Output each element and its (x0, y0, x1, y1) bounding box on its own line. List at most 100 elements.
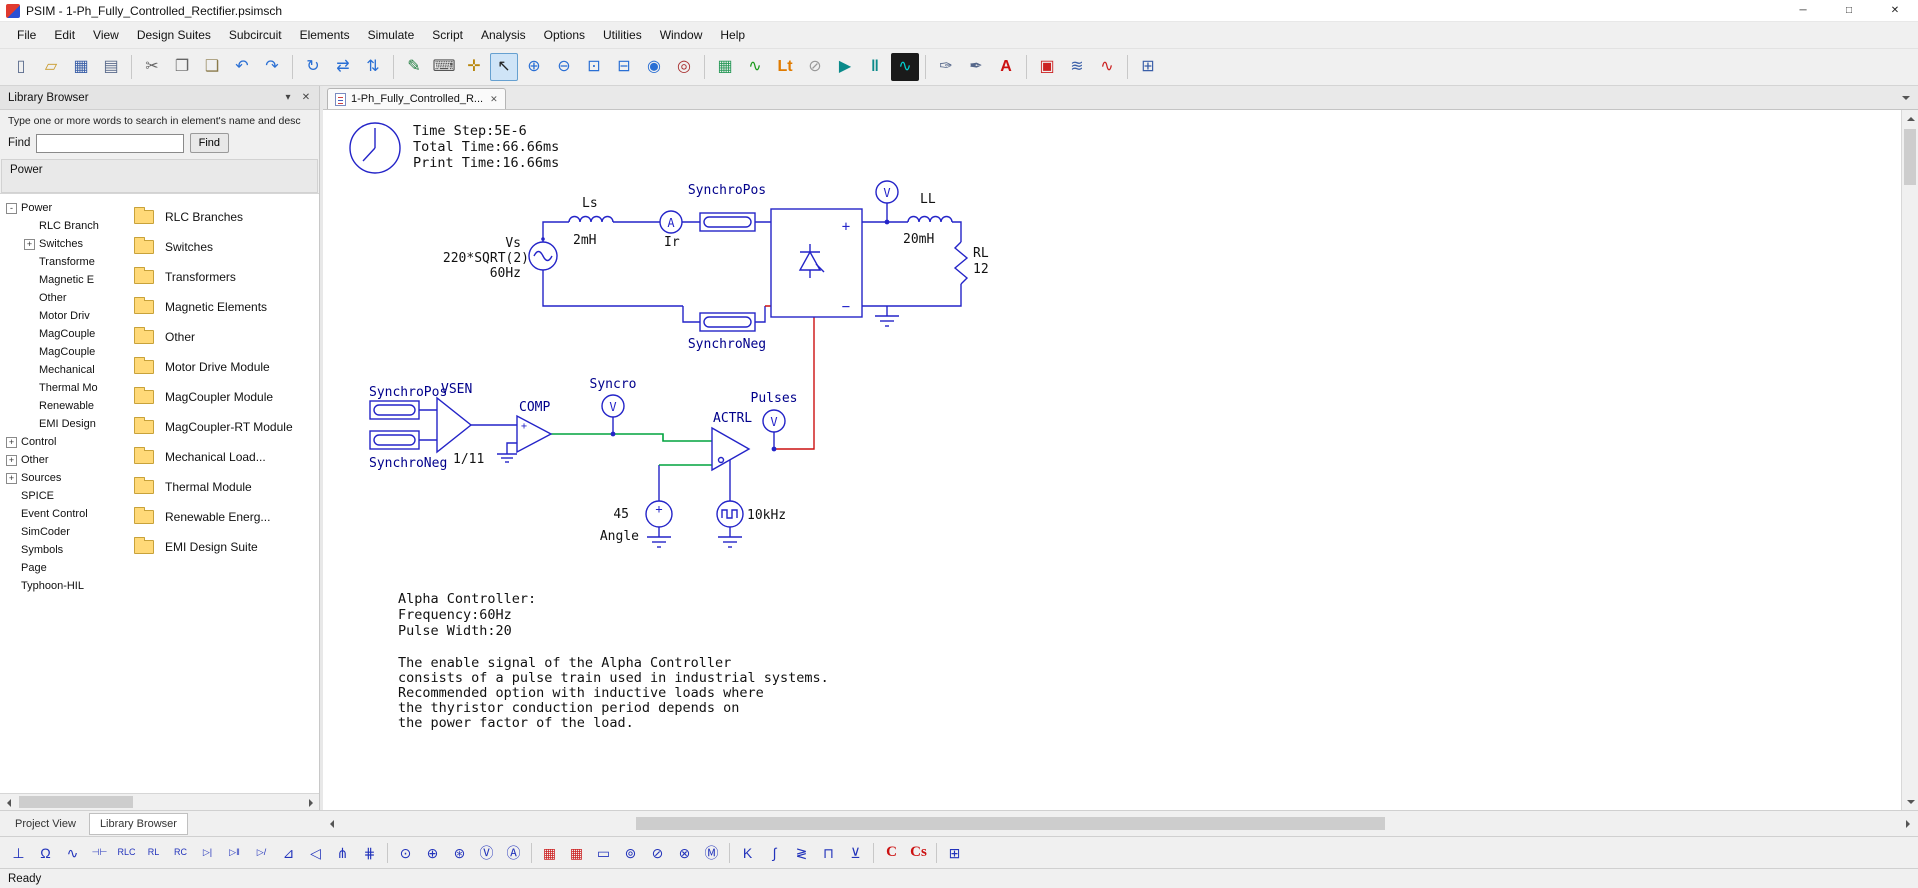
tree-item[interactable]: Typhoon-HIL (0, 577, 122, 595)
zoom-out-icon[interactable]: ⊖ (550, 53, 578, 81)
tree-item[interactable]: Thermal Mo (0, 379, 122, 397)
menu-item[interactable]: View (84, 24, 128, 46)
cs-script-block-icon[interactable]: Cs (906, 841, 931, 865)
menu-item[interactable]: Edit (45, 24, 84, 46)
tree-item[interactable]: + Other (0, 451, 122, 469)
dc-source-icon[interactable]: ⊕ (420, 841, 445, 865)
scroll-track[interactable] (340, 815, 1899, 832)
scroll-right-arrow-icon[interactable] (302, 794, 319, 811)
tree-expander-icon[interactable]: + (6, 437, 17, 448)
tree-item[interactable]: Other (0, 289, 122, 307)
tree-item[interactable]: - Power (0, 199, 122, 217)
schematic-notes[interactable]: Alpha Controller: Frequency:60Hz Pulse W… (398, 591, 829, 731)
npn-transistor-icon[interactable]: ⊿ (276, 841, 301, 865)
library-folder-item[interactable]: MagCoupler Module (134, 382, 319, 412)
current-scope-icon[interactable]: ▦ (564, 841, 589, 865)
copy-icon[interactable]: ❐ (168, 53, 196, 81)
label-icon[interactable]: ⌨ (430, 53, 458, 81)
simview-run-icon[interactable]: ▣ (1033, 53, 1061, 81)
scroll-track[interactable] (17, 794, 302, 810)
simview-lt-icon[interactable]: Lt (771, 53, 799, 81)
library-folder-item[interactable]: Magnetic Elements (134, 292, 319, 322)
synchro-neg-block[interactable]: SynchroNeg (688, 313, 766, 352)
mosfet-icon[interactable]: ⋔ (330, 841, 355, 865)
paste-icon[interactable]: ❑ (198, 53, 226, 81)
menu-item[interactable]: Script (423, 24, 472, 46)
pulses-voltage-probe[interactable]: V Pulses (751, 391, 798, 449)
probe-pen2-icon[interactable]: ✒ (962, 53, 990, 81)
rl-resistor[interactable]: RL 12 (955, 242, 989, 284)
menu-item[interactable]: Subcircuit (220, 24, 291, 46)
current-sensor-icon[interactable]: ⊚ (618, 841, 643, 865)
panel-close-icon[interactable]: ✕ (297, 89, 315, 107)
scroll-down-arrow-icon[interactable] (1902, 793, 1918, 810)
tree-item[interactable]: MagCouple (0, 325, 122, 343)
ground-comparator[interactable] (497, 454, 517, 462)
syncro-voltage-probe[interactable]: V Syncro (590, 377, 637, 434)
tree-item[interactable]: RLC Branch (0, 217, 122, 235)
ctrl-synchro-neg-block[interactable]: SynchroNeg (369, 431, 447, 471)
scroll-right-arrow-icon[interactable] (1899, 815, 1916, 832)
parameter-window-icon[interactable]: ⊞ (1134, 53, 1162, 81)
voltage-scope-icon[interactable]: ▦ (537, 841, 562, 865)
tree-item[interactable]: Mechanical (0, 361, 122, 379)
limiter-block-icon[interactable]: ⊓ (816, 841, 841, 865)
synchro-pos-block[interactable]: SynchroPos (688, 183, 766, 231)
inductor-icon[interactable]: ∿ (60, 841, 85, 865)
zener-diode-icon[interactable]: ▷‖ (222, 841, 247, 865)
schematic-canvas[interactable]: Time Step:5E-6 Total Time:66.66ms Print … (323, 110, 1901, 810)
ctrl-synchro-pos-block[interactable]: SynchroPos (369, 385, 447, 419)
diode-icon[interactable]: ▷| (195, 841, 220, 865)
scroll-thumb[interactable] (19, 796, 133, 808)
scroll-thumb[interactable] (636, 817, 1384, 830)
current-source-icon[interactable]: ⊛ (447, 841, 472, 865)
close-button[interactable]: ✕ (1872, 0, 1918, 21)
carrier-square-source[interactable]: 10kHz (717, 501, 786, 527)
open-folder-icon[interactable]: ▱ (37, 53, 65, 81)
resistor-icon[interactable]: Ω (33, 841, 58, 865)
find-input[interactable] (36, 134, 183, 153)
parameter-file-icon[interactable]: ⊞ (942, 841, 967, 865)
pin-icon[interactable]: ▾ (279, 89, 297, 107)
menu-item[interactable]: File (8, 24, 45, 46)
integrator-block-icon[interactable]: ∫ (762, 841, 787, 865)
tree-item[interactable]: Magnetic E (0, 271, 122, 289)
draw-wire-icon[interactable]: ✎ (400, 53, 428, 81)
library-folder-item[interactable]: Switches (134, 232, 319, 262)
canvas-horizontal-scrollbar[interactable] (323, 815, 1916, 832)
tree-item[interactable]: Motor Driv (0, 307, 122, 325)
undo-icon[interactable]: ↶ (228, 53, 256, 81)
voltmeter-icon[interactable]: Ⓥ (474, 841, 499, 865)
new-file-icon[interactable]: ▯ (7, 53, 35, 81)
thyristor-bridge[interactable]: + − (771, 209, 862, 317)
capacitor-icon[interactable]: ⊣⊢ (87, 841, 112, 865)
menu-item[interactable]: Help (711, 24, 754, 46)
tree-expander-icon[interactable]: + (6, 455, 17, 466)
menu-item[interactable]: Options (535, 24, 594, 46)
tree-item[interactable]: + Control (0, 433, 122, 451)
menu-item[interactable]: Elements (291, 24, 359, 46)
rl-branch-icon[interactable]: RL (141, 841, 166, 865)
probe-pen-icon[interactable]: ✑ (932, 53, 960, 81)
tab-close-icon[interactable]: ✕ (490, 94, 498, 105)
simulation-control[interactable]: Time Step:5E-6 Total Time:66.66ms Print … (350, 123, 559, 173)
tree-item[interactable]: Symbols (0, 541, 122, 559)
menu-item[interactable]: Design Suites (128, 24, 220, 46)
ac-source-icon[interactable]: ⊙ (393, 841, 418, 865)
rotate-icon[interactable]: ↻ (299, 53, 327, 81)
menu-item[interactable]: Window (651, 24, 712, 46)
library-folder-item[interactable]: Other (134, 322, 319, 352)
waveform-viewer-icon[interactable]: ∿ (891, 53, 919, 81)
select-icon[interactable]: ↖ (490, 53, 518, 81)
ground-carrier-source[interactable] (718, 527, 742, 547)
text-tool-icon[interactable]: A (992, 53, 1020, 81)
tree-item[interactable]: Page (0, 559, 122, 577)
ammeter-icon[interactable]: Ⓐ (501, 841, 526, 865)
library-folder-item[interactable]: Transformers (134, 262, 319, 292)
machine-icon[interactable]: Ⓜ (699, 841, 724, 865)
alpha-controller-block[interactable]: ACTRL (712, 411, 752, 470)
switch-controller-icon[interactable]: ⊻ (843, 841, 868, 865)
library-folder-item[interactable]: Motor Drive Module (134, 352, 319, 382)
ground-angle-source[interactable] (647, 527, 671, 547)
vs-ac-source[interactable]: Vs 220*SQRT(2) 60Hz (443, 236, 557, 281)
